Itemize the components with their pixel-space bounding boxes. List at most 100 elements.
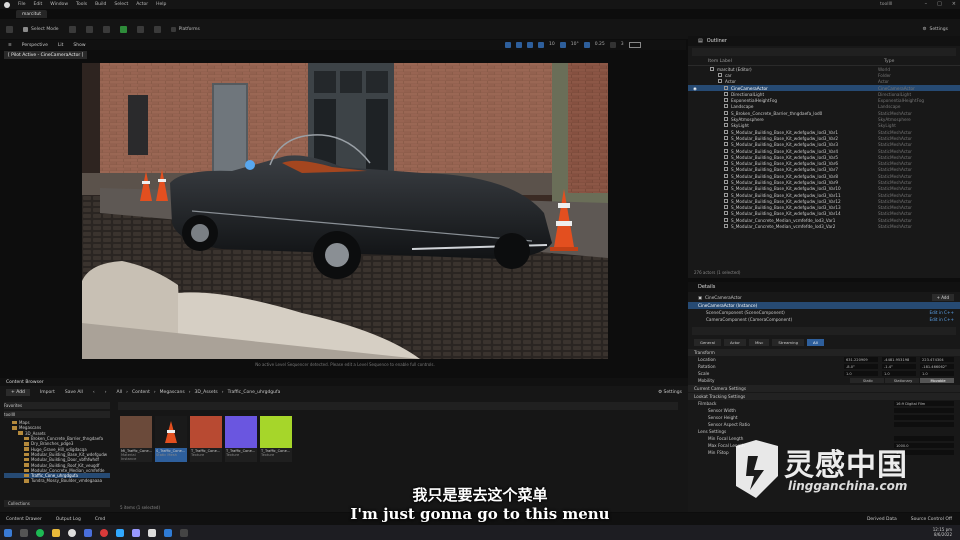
filter-misc[interactable]: Misc — [748, 339, 770, 346]
rotation-snap-value[interactable]: 10° — [571, 42, 579, 48]
nav-back-icon[interactable]: ‹ — [93, 390, 95, 395]
play-icon[interactable] — [119, 25, 127, 33]
cb-import-button[interactable]: Import — [40, 390, 55, 395]
search-icon[interactable] — [20, 528, 28, 537]
menu-help[interactable]: Help — [156, 2, 166, 7]
menu-window[interactable]: Window — [50, 2, 68, 7]
perspective-button[interactable]: Perspective — [22, 43, 48, 48]
mobility-static[interactable]: Static — [850, 378, 884, 383]
asset-tile[interactable]: S_Traffic_Cone... Static Mesh — [155, 416, 187, 462]
component-row[interactable]: SceneComponent (SceneComponent) Edit in … — [688, 309, 960, 316]
minimize-icon[interactable]: – — [925, 1, 928, 7]
grid-snap-value[interactable]: 10 — [549, 42, 555, 48]
menu-edit[interactable]: Edit — [34, 2, 43, 7]
rotation-y-input[interactable]: -1.4° — [882, 364, 916, 369]
settings-button[interactable]: ⚙ Settings — [922, 27, 960, 32]
unreal-taskbar-icon[interactable] — [148, 528, 156, 537]
cb-add-button[interactable]: + Add — [6, 388, 30, 396]
camera-speed-icon[interactable] — [609, 42, 616, 48]
location-y-input[interactable]: -4481.953198 — [882, 357, 916, 362]
current-camera-settings-section[interactable]: Current Camera Settings — [688, 385, 960, 392]
level-tab[interactable]: marcitut — [16, 10, 47, 18]
app-icon[interactable] — [180, 528, 188, 537]
breadcrumb-traffic-cone[interactable]: Traffic_Cone_uhrgdgufa — [228, 390, 281, 395]
asset-tile[interactable]: MI_Traffic_Cone... Material Instance — [120, 416, 152, 462]
outliner-row[interactable]: S_Modular_Concrete_Median_vcmfefde_lod3_… — [688, 223, 960, 229]
explorer-icon[interactable] — [52, 528, 60, 537]
blueprint-icon[interactable] — [85, 25, 93, 33]
col-type[interactable]: Type — [884, 59, 894, 64]
scale-z-input[interactable]: 1.0 — [920, 371, 954, 376]
scale-x-input[interactable]: 1.0 — [844, 371, 878, 376]
breadcrumb-megascans[interactable]: Megascans — [160, 390, 185, 395]
location-x-input[interactable]: 631.220909 — [844, 357, 878, 362]
asset-tile[interactable]: T_Traffic_Cone... Texture — [190, 416, 222, 462]
scale-snap-icon[interactable] — [583, 42, 590, 48]
lookat-tracking-section[interactable]: Lookat Tracking Settings — [688, 393, 960, 400]
scale-snap-value[interactable]: 0.25 — [595, 42, 605, 48]
hamburger-icon[interactable]: ≡ — [8, 43, 12, 48]
mobility-stationary[interactable]: Stationary — [885, 378, 919, 383]
menu-select[interactable]: Select — [114, 2, 128, 7]
filter-streaming[interactable]: Streaming — [772, 339, 804, 346]
photoshop-icon[interactable] — [116, 528, 124, 537]
col-item-label[interactable]: Item Label — [708, 59, 884, 64]
favorites-section[interactable]: Favorites — [4, 402, 110, 409]
grid-snap-icon[interactable] — [538, 42, 544, 48]
lit-button[interactable]: Lit — [58, 43, 64, 48]
visibility-eye-icon[interactable]: ◉ — [688, 86, 702, 91]
component-row[interactable]: CineCameraActor (Instance) — [688, 302, 960, 309]
outliner-row[interactable]: ExponentialHeightFog ExponentialHeightFog — [688, 97, 960, 103]
folder-tree-item[interactable]: Tundra_Mossy_Boulder_vmdegaaaa — [4, 478, 110, 483]
edit-in-cpp-link[interactable]: Edit in C++ — [929, 317, 960, 322]
project-section[interactable]: toolIII — [4, 411, 110, 418]
show-button[interactable]: Show — [73, 43, 85, 48]
rotation-snap-icon[interactable] — [559, 42, 566, 48]
windows-start-icon[interactable] — [4, 528, 12, 537]
window-icon[interactable] — [164, 528, 172, 537]
breadcrumb-all[interactable]: All — [117, 390, 123, 395]
details-search-input[interactable] — [692, 327, 956, 335]
save-icon[interactable] — [6, 25, 13, 33]
transform-section[interactable]: Transform — [688, 349, 960, 356]
platforms-dropdown[interactable]: Platforms — [170, 26, 200, 32]
maximize-icon[interactable]: □ — [937, 1, 942, 7]
scale-y-input[interactable]: 1.0 — [882, 371, 916, 376]
spotify-icon[interactable] — [36, 528, 44, 537]
stop-icon[interactable] — [153, 25, 161, 33]
menu-file[interactable]: File — [18, 2, 26, 7]
cb-settings-button[interactable]: ⚙ Settings — [658, 390, 688, 395]
chrome-icon[interactable] — [68, 528, 76, 537]
sensor-aspect-input[interactable] — [894, 422, 954, 427]
filter-general[interactable]: General — [694, 339, 721, 346]
play-options-icon[interactable] — [136, 25, 144, 33]
viewport-scene[interactable] — [82, 63, 608, 359]
app-icon[interactable] — [100, 528, 108, 537]
sensor-height-input[interactable] — [894, 415, 954, 420]
breadcrumb-content[interactable]: Content — [132, 390, 150, 395]
add-actor-icon[interactable] — [68, 25, 76, 33]
lens-settings-row[interactable]: Lens Settings — [688, 428, 960, 435]
outliner-search-input[interactable] — [692, 48, 956, 56]
details-add-button[interactable]: + Add — [931, 293, 954, 301]
filter-actor[interactable]: Actor — [723, 339, 746, 346]
rotation-z-input[interactable]: -181.466062° — [920, 364, 954, 369]
maximize-viewport-icon[interactable] — [628, 42, 641, 48]
close-icon[interactable]: × — [952, 1, 956, 7]
camera-speed-value[interactable]: 3 — [621, 42, 624, 48]
discord-icon[interactable] — [84, 528, 92, 537]
filmback-dropdown[interactable]: 16:9 Digital Film — [894, 401, 954, 406]
menu-build[interactable]: Build — [95, 2, 106, 7]
rotate-icon[interactable] — [516, 42, 522, 48]
edit-in-cpp-link[interactable]: Edit in C++ — [929, 310, 960, 315]
filter-all[interactable]: All — [806, 339, 824, 346]
nav-forward-icon[interactable]: › — [105, 390, 107, 395]
scale-icon[interactable] — [527, 42, 533, 48]
sensor-width-input[interactable] — [894, 408, 954, 413]
rotation-x-input[interactable]: -8.0° — [844, 364, 878, 369]
component-row[interactable]: CameraComponent (CameraComponent) Edit i… — [688, 316, 960, 323]
premiere-icon[interactable] — [132, 528, 140, 537]
cb-search-input[interactable] — [118, 402, 678, 410]
asset-tile[interactable]: T_Traffic_Cone... Texture — [260, 416, 292, 462]
breadcrumb-3d-assets[interactable]: 3D_Assets — [195, 390, 218, 395]
